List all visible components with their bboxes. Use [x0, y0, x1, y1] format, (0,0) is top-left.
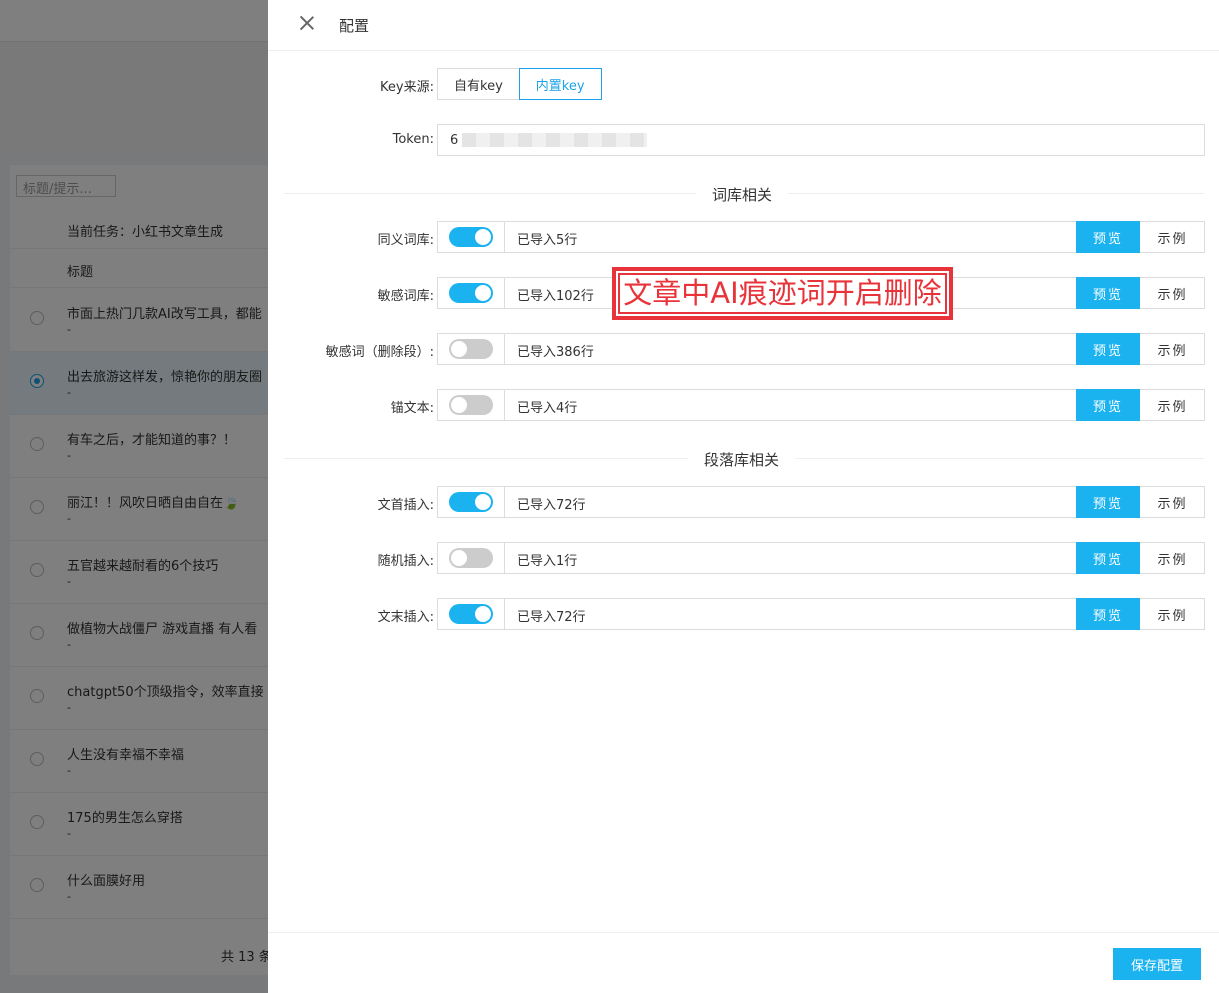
drawer-title: 配置	[339, 17, 370, 35]
example-button[interactable]: 示例	[1140, 542, 1205, 574]
close-icon[interactable]	[298, 14, 316, 32]
config-drawer: 配置 Key来源: 自有key 内置key Token: 6 词库相关 同义词库…	[268, 0, 1219, 993]
toggle-knob	[475, 229, 491, 245]
key-source-label: Key来源:	[380, 80, 434, 95]
drawer-footer: 保存配置	[268, 932, 1219, 993]
enable-toggle[interactable]	[449, 283, 493, 303]
drawer-header: 配置	[268, 0, 1219, 51]
config-row: 已导入386行 预览 示例	[268, 333, 1219, 365]
annotation-text: 文章中AI痕迹词开启删除	[618, 273, 947, 314]
config-row-box: 已导入386行 预览 示例	[437, 333, 1205, 365]
toggle-knob	[475, 606, 491, 622]
preview-button[interactable]: 预览	[1076, 333, 1140, 365]
section-title-paragraph: 段落库相关	[688, 449, 796, 470]
config-row-box: 已导入72行 预览 示例	[437, 598, 1205, 630]
enable-toggle[interactable]	[449, 395, 493, 415]
toggle-knob	[451, 341, 467, 357]
key-source-own-button[interactable]: 自有key	[437, 68, 520, 100]
preview-button[interactable]: 预览	[1076, 221, 1140, 253]
save-config-button[interactable]: 保存配置	[1113, 948, 1201, 980]
switch-cell	[438, 487, 505, 517]
token-redacted-mask	[462, 133, 648, 147]
switch-cell	[438, 222, 505, 252]
import-count: 已导入5行	[517, 233, 578, 248]
switch-cell	[438, 543, 505, 573]
config-row-box: 已导入72行 预览 示例	[437, 486, 1205, 518]
config-row-box: 已导入4行 预览 示例	[437, 389, 1205, 421]
import-count: 已导入4行	[517, 401, 578, 416]
enable-toggle[interactable]	[449, 604, 493, 624]
import-count: 已导入1行	[517, 554, 578, 569]
preview-button[interactable]: 预览	[1076, 389, 1140, 421]
example-button[interactable]: 示例	[1140, 598, 1205, 630]
enable-toggle[interactable]	[449, 227, 493, 247]
token-value: 6	[450, 132, 459, 148]
example-button[interactable]: 示例	[1140, 389, 1205, 421]
import-count: 已导入102行	[517, 289, 594, 304]
section-title-lexicon: 词库相关	[696, 184, 789, 205]
key-source-segmented: 自有key 内置key	[437, 68, 602, 100]
example-button[interactable]: 示例	[1140, 221, 1205, 253]
config-row: 已导入72行 预览 示例	[268, 486, 1219, 518]
key-source-builtin-button[interactable]: 内置key	[518, 68, 602, 100]
enable-toggle[interactable]	[449, 492, 493, 512]
toggle-knob	[451, 550, 467, 566]
config-row: 已导入4行 预览 示例	[268, 389, 1219, 421]
toggle-knob	[475, 494, 491, 510]
switch-cell	[438, 390, 505, 420]
token-input[interactable]: 6	[437, 124, 1205, 156]
preview-button[interactable]: 预览	[1076, 542, 1140, 574]
annotation-callout: 文章中AI痕迹词开启删除	[612, 267, 953, 320]
preview-button[interactable]: 预览	[1076, 486, 1140, 518]
token-label: Token:	[392, 132, 434, 147]
preview-button[interactable]: 预览	[1076, 277, 1140, 309]
preview-button[interactable]: 预览	[1076, 598, 1140, 630]
example-button[interactable]: 示例	[1140, 277, 1205, 309]
enable-toggle[interactable]	[449, 548, 493, 568]
toggle-knob	[451, 397, 467, 413]
toggle-knob	[475, 285, 491, 301]
import-count: 已导入386行	[517, 345, 594, 360]
config-row: 已导入72行 预览 示例	[268, 598, 1219, 630]
switch-cell	[438, 599, 505, 629]
config-row-box: 已导入1行 预览 示例	[437, 542, 1205, 574]
import-count: 已导入72行	[517, 498, 586, 513]
switch-cell	[438, 278, 505, 308]
example-button[interactable]: 示例	[1140, 333, 1205, 365]
switch-cell	[438, 334, 505, 364]
config-row-box: 已导入5行 预览 示例	[437, 221, 1205, 253]
config-row: 已导入1行 预览 示例	[268, 542, 1219, 574]
example-button[interactable]: 示例	[1140, 486, 1205, 518]
import-count: 已导入72行	[517, 610, 586, 625]
config-row: 已导入5行 预览 示例	[268, 221, 1219, 253]
enable-toggle[interactable]	[449, 339, 493, 359]
